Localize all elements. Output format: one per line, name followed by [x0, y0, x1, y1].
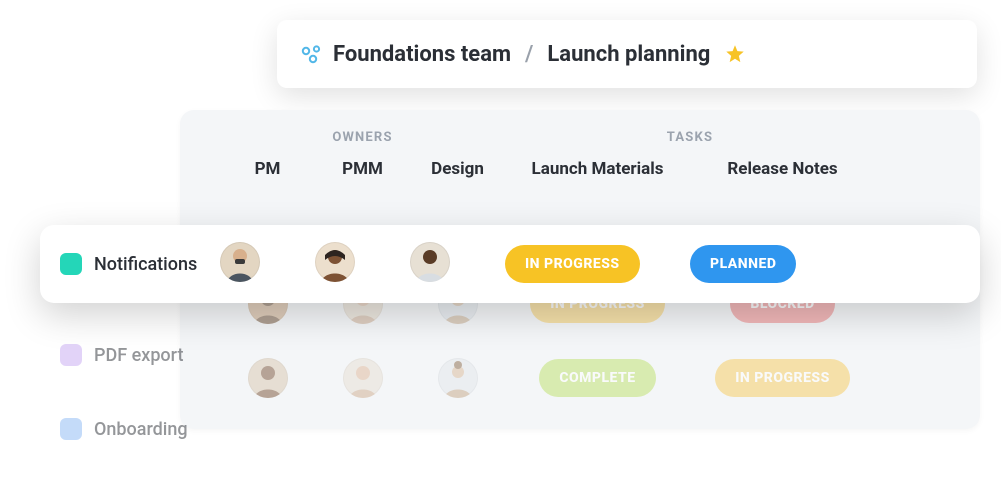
- column-headers: PM PMM Design Launch Materials Release N…: [180, 145, 980, 193]
- status-badge[interactable]: IN PROGRESS: [715, 359, 850, 397]
- color-swatch: [60, 418, 82, 440]
- app-logo-icon: [299, 42, 323, 66]
- table-row[interactable]: COMPLETE IN PROGRESS: [180, 341, 980, 415]
- feature-name: Notifications: [94, 254, 197, 275]
- avatar[interactable]: [248, 358, 288, 398]
- col-launch-materials: Launch Materials: [505, 159, 690, 179]
- feature-label[interactable]: PDF export: [60, 318, 220, 392]
- breadcrumb-separator: /: [525, 42, 533, 67]
- group-owners: OWNERS: [220, 130, 505, 145]
- feature-label[interactable]: Onboarding: [60, 392, 220, 466]
- status-badge[interactable]: COMPLETE: [539, 359, 655, 397]
- col-pm: PM: [220, 159, 315, 179]
- avatar[interactable]: [220, 242, 260, 282]
- col-design: Design: [410, 159, 505, 179]
- avatar[interactable]: [343, 358, 383, 398]
- breadcrumb-team[interactable]: Foundations team: [333, 42, 511, 67]
- avatar[interactable]: [410, 242, 450, 282]
- status-badge[interactable]: IN PROGRESS: [505, 245, 640, 283]
- breadcrumb-page[interactable]: Launch planning: [547, 42, 710, 67]
- feature-name: PDF export: [94, 345, 183, 366]
- color-swatch: [60, 344, 82, 366]
- group-tasks: TASKS: [505, 130, 875, 145]
- breadcrumb: Foundations team / Launch planning: [277, 20, 977, 88]
- feature-name: Onboarding: [94, 419, 188, 440]
- col-pmm: PMM: [315, 159, 410, 179]
- star-icon[interactable]: [724, 43, 746, 65]
- color-swatch: [60, 253, 82, 275]
- table-row-highlighted[interactable]: Notifications IN PROGRESS PLANNED: [40, 225, 980, 303]
- avatar[interactable]: [315, 242, 355, 282]
- col-release-notes: Release Notes: [690, 159, 875, 179]
- status-badge[interactable]: PLANNED: [690, 245, 796, 283]
- feature-label-group: PDF export Onboarding: [60, 318, 220, 466]
- avatar[interactable]: [438, 358, 478, 398]
- column-group-headers: OWNERS TASKS: [180, 130, 980, 145]
